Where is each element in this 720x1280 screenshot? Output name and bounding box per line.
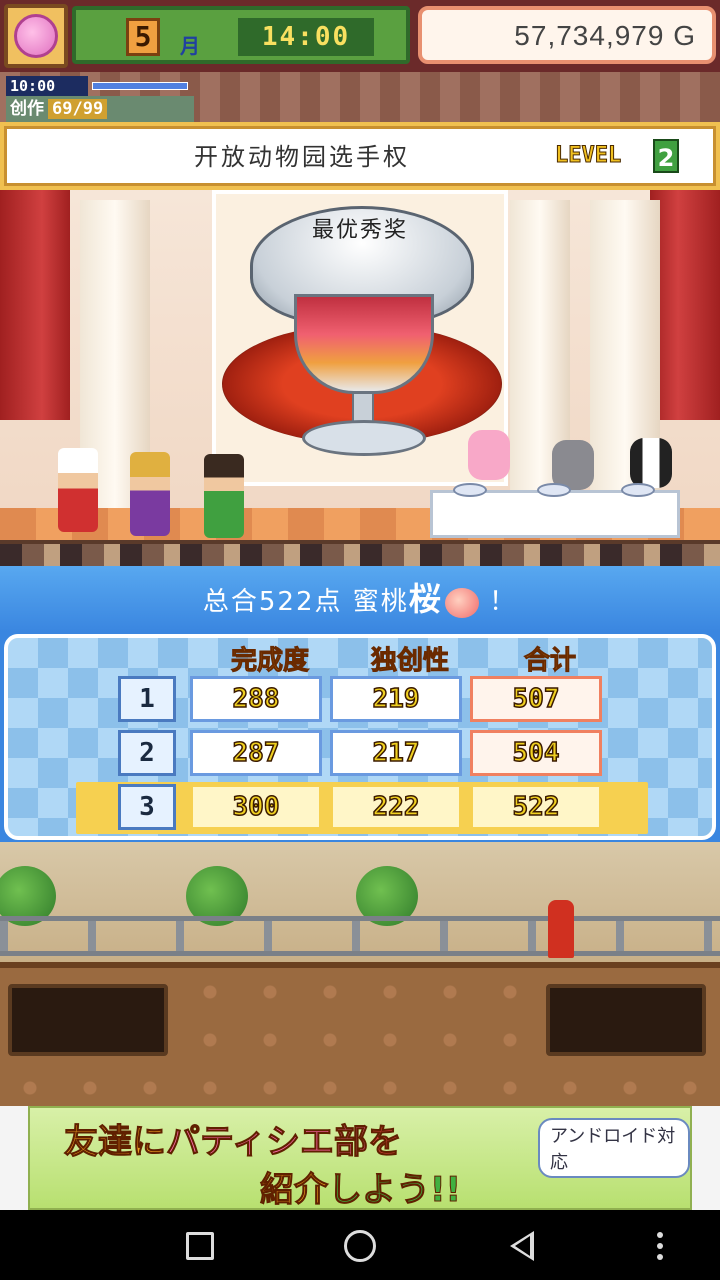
audience-row — [0, 544, 720, 566]
award-label: 最优秀奖 — [311, 218, 408, 243]
contest-stage: 最优秀奖 — [0, 190, 720, 564]
sub-hud: 10:00 创作 69/99 — [0, 72, 720, 122]
score-cell-completion: 287 — [190, 730, 322, 776]
score-cell-originality: 219 — [330, 676, 462, 722]
home-button[interactable] — [338, 1224, 382, 1268]
menu-slot-left[interactable] — [8, 984, 168, 1056]
top-hud: 5 月 14:00 57,734,979 G — [0, 0, 720, 72]
calendar-panel: 5 月 14:00 — [72, 6, 410, 64]
column-header-completion: 完成度 — [230, 646, 309, 677]
event-banner: 开放动物园选手权 LEVEL 2 — [0, 122, 720, 190]
ad-badge: アンドロイド対応 — [538, 1118, 690, 1178]
chef-sprite — [130, 452, 170, 536]
bottom-menu — [0, 962, 720, 1106]
more-dots-icon — [657, 1232, 663, 1260]
curtain-right — [650, 190, 720, 420]
result-prefix: 总合522点 蜜桃 — [202, 587, 409, 617]
peach-icon — [444, 587, 479, 618]
square-icon — [186, 1232, 214, 1260]
score-cell-total: 522 — [470, 784, 602, 830]
money-display: 57,734,979 G — [418, 6, 716, 64]
circle-icon — [344, 1230, 376, 1262]
menu-slot-right[interactable] — [546, 984, 706, 1056]
ad-text: 友達に — [64, 1122, 167, 1163]
score-cell-completion: 288 — [190, 676, 322, 722]
time-progress-bar — [92, 82, 188, 90]
ad-text: しよう!! — [327, 1170, 462, 1211]
result-suffix: ！ — [489, 587, 518, 617]
overflow-menu-button[interactable] — [638, 1224, 682, 1268]
level-label: LEVEL — [554, 143, 622, 169]
score-cell-originality: 222 — [330, 784, 462, 830]
score-cell-completion: 300 — [190, 784, 322, 830]
ad-banner: 友達にパティシエ部を 紹介しよう!! アンドロイド対応 — [0, 1106, 720, 1211]
ad-headline: 友達にパティシエ部を — [64, 1114, 403, 1163]
curtain-left — [0, 190, 70, 420]
creativity-meter: 创作 69/99 — [6, 96, 194, 122]
back-button[interactable] — [500, 1224, 544, 1268]
recent-apps-button[interactable] — [178, 1224, 222, 1268]
column-header-total: 合计 — [523, 646, 576, 677]
creativity-label: 创作 — [10, 99, 44, 119]
ad-text: 紹介 — [260, 1170, 329, 1211]
ad-text: を — [367, 1122, 402, 1163]
score-board: 完成度 独创性 合计 1 288 219 507 2 287 217 504 3… — [0, 632, 720, 842]
winner-name: 桜 — [408, 580, 443, 618]
android-nav-bar — [0, 1210, 720, 1280]
column-header-originality: 独创性 — [370, 646, 449, 677]
score-cell-total: 504 — [470, 730, 602, 776]
sakura-tree-icon — [14, 14, 58, 58]
bowl-icon — [537, 483, 571, 497]
rabbit-judge-sprite — [468, 430, 510, 480]
score-cell-originality: 217 — [330, 730, 462, 776]
contest-clock: 10:00 — [6, 76, 88, 96]
month-number: 5 — [126, 18, 160, 56]
month-label: 月 — [180, 34, 200, 58]
rank-badge: 1 — [118, 676, 176, 722]
bowl-icon — [621, 483, 655, 497]
creativity-value: 69/99 — [48, 99, 108, 119]
event-title: 开放动物园选手权 — [194, 143, 410, 171]
bowl-icon — [453, 483, 487, 497]
glass-foot — [302, 420, 426, 456]
rank-badge: 3 — [118, 784, 176, 830]
back-triangle-icon — [510, 1231, 534, 1261]
panda-judge-sprite — [630, 438, 672, 488]
ad-text: パティシエ部 — [166, 1122, 369, 1163]
score-cell-total: 507 — [470, 676, 602, 722]
level-value: 2 — [653, 139, 679, 173]
hydrant-icon — [548, 900, 574, 958]
parfait-icon — [294, 294, 434, 394]
shop-menu-button[interactable] — [4, 4, 68, 68]
chef-sprite — [204, 454, 244, 538]
result-announcement: 总合522点 蜜桃桜 ！ — [0, 566, 720, 632]
chef-winner-sprite — [58, 448, 98, 532]
game-clock: 14:00 — [238, 18, 374, 56]
judge-table — [430, 483, 680, 538]
rank-badge: 2 — [118, 730, 176, 776]
fence — [0, 916, 720, 956]
park-scene — [0, 842, 720, 962]
ad-link[interactable]: 友達にパティシエ部を 紹介しよう!! アンドロイド対応 — [28, 1106, 692, 1211]
ad-subline: 紹介しよう!! — [260, 1162, 462, 1211]
winning-dessert: 最优秀奖 — [212, 190, 508, 486]
